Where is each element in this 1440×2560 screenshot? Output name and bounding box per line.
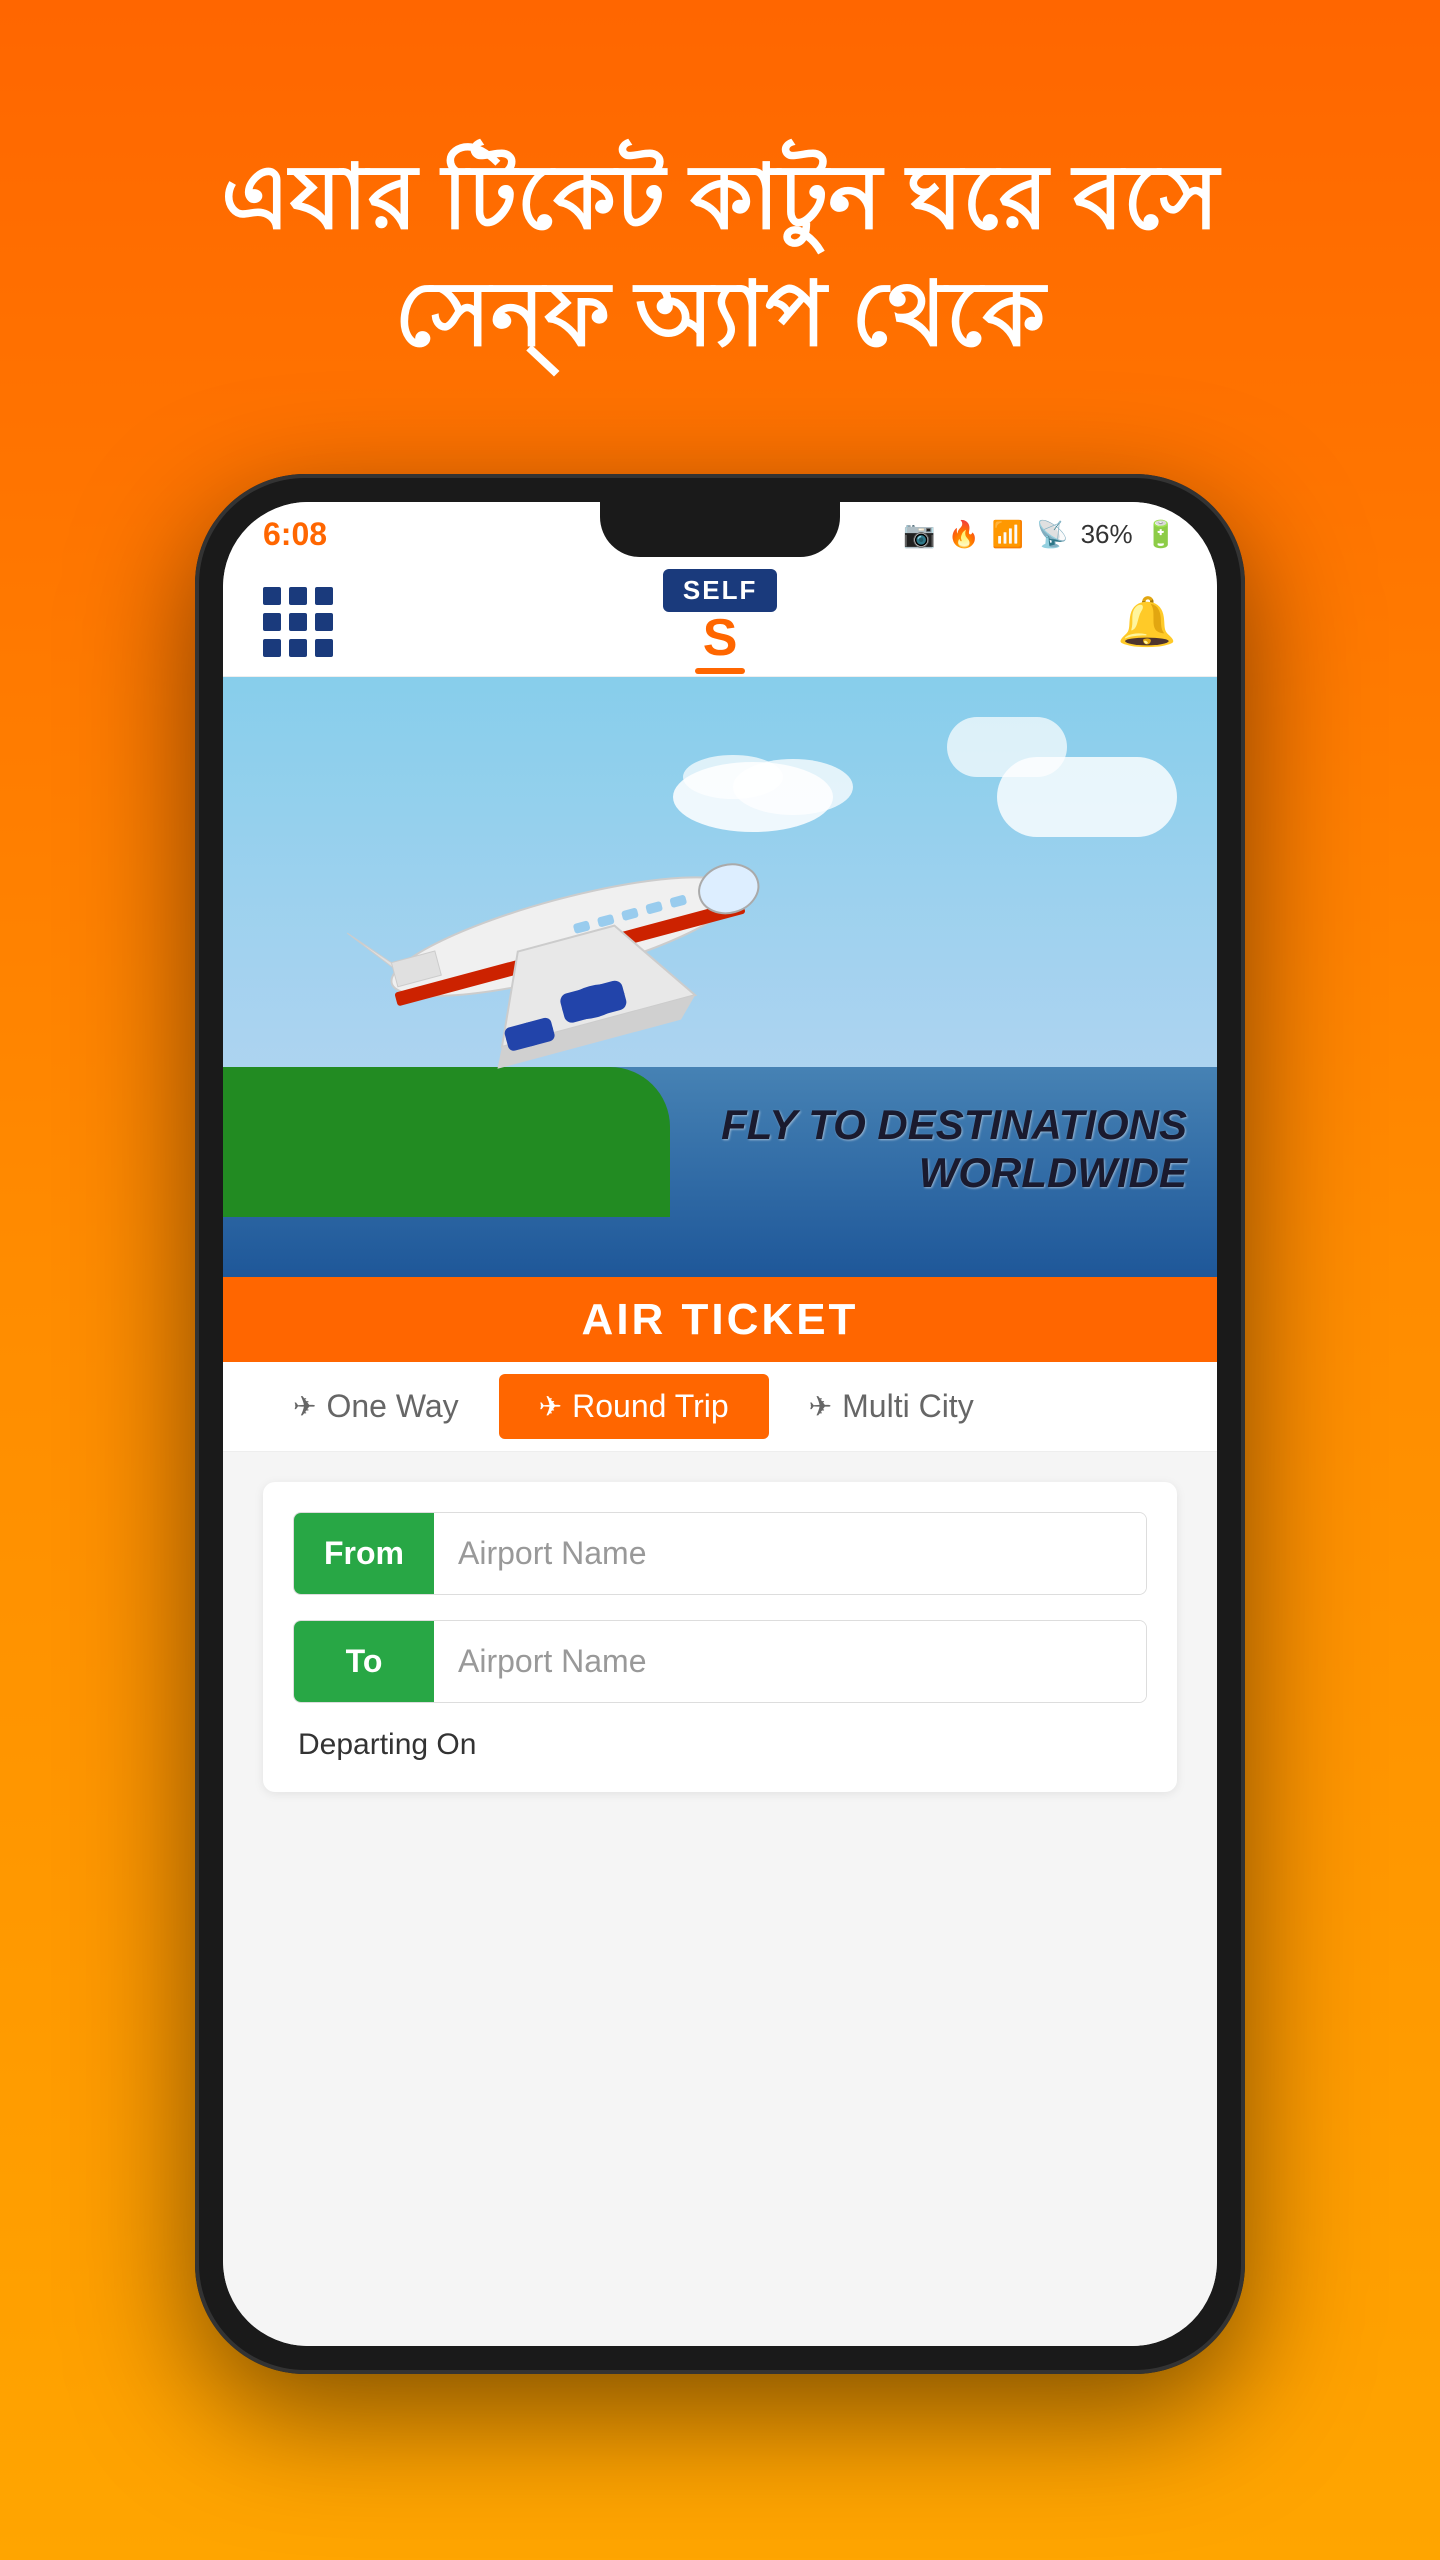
one-way-label: One Way (326, 1388, 458, 1425)
airplane-image (273, 737, 853, 1117)
multi-city-icon: ✈ (809, 1390, 832, 1423)
multi-city-label: Multi City (842, 1388, 974, 1425)
from-input[interactable]: Airport Name (434, 1513, 1146, 1594)
tab-one-way[interactable]: ✈ One Way (253, 1374, 499, 1439)
air-ticket-header: AIR TICKET (223, 1277, 1217, 1362)
status-icons: 📷 🔥 📶 📡 36% 🔋 (903, 519, 1177, 550)
to-field[interactable]: To Airport Name (293, 1620, 1147, 1703)
trip-type-tabs: ✈ One Way ✈ Round Trip ✈ Multi City (223, 1362, 1217, 1452)
form-area: From Airport Name To Airport Name Depart… (223, 1452, 1217, 2346)
menu-button[interactable] (263, 587, 323, 657)
round-trip-label: Round Trip (572, 1388, 729, 1425)
phone-shell: 6:08 📷 🔥 📶 📡 36% 🔋 SELF (195, 474, 1245, 2374)
logo-badge: SELF (663, 569, 777, 612)
wifi-icon: 📶 (992, 519, 1024, 550)
logo-underline (695, 668, 745, 674)
departing-label: Departing On (293, 1728, 1147, 1762)
banner: FLY TO DESTINATIONS WORLDWIDE (223, 677, 1217, 1277)
banner-text: FLY TO DESTINATIONS WORLDWIDE (721, 1101, 1187, 1197)
tab-round-trip[interactable]: ✈ Round Trip (499, 1374, 769, 1439)
battery-icon: 🔋 (1145, 519, 1177, 550)
hero-text: এযার টিকেট কাটুন ঘরে বসে সেন্ফ অ্যাপ থেক… (121, 140, 1319, 374)
top-nav: SELF S 🔔 (223, 567, 1217, 677)
one-way-icon: ✈ (293, 1390, 316, 1423)
logo: SELF S (663, 569, 777, 674)
from-field[interactable]: From Airport Name (293, 1512, 1147, 1595)
round-trip-icon: ✈ (539, 1390, 562, 1423)
banner-line2: WORLDWIDE (721, 1149, 1187, 1197)
drop-icon: 🔥 (947, 519, 979, 550)
phone-notch (600, 502, 840, 557)
from-label: From (294, 1513, 434, 1594)
cloud-2 (947, 717, 1067, 777)
hero-line2: সেন্ফ অ্যাপ থেকে (395, 265, 1046, 365)
camera-icon: 📷 (903, 519, 935, 550)
to-label: To (294, 1621, 434, 1702)
phone-frame: 6:08 📷 🔥 📶 📡 36% 🔋 SELF (195, 474, 1245, 2374)
screen: 6:08 📷 🔥 📶 📡 36% 🔋 SELF (223, 502, 1217, 2346)
status-time: 6:08 (263, 516, 327, 553)
banner-line1: FLY TO DESTINATIONS (721, 1101, 1187, 1149)
logo-char: S (703, 612, 738, 664)
air-ticket-title: AIR TICKET (582, 1295, 859, 1345)
battery-text: 36% (1081, 519, 1133, 550)
form-card: From Airport Name To Airport Name Depart… (263, 1482, 1177, 1792)
hero-line1: এযার টিকেট কাটুন ঘরে বসে (221, 148, 1219, 248)
to-input[interactable]: Airport Name (434, 1621, 1146, 1702)
notification-bell-icon[interactable]: 🔔 (1117, 593, 1177, 650)
tab-multi-city[interactable]: ✈ Multi City (769, 1374, 1014, 1439)
signal-icon: 📡 (1036, 519, 1068, 550)
